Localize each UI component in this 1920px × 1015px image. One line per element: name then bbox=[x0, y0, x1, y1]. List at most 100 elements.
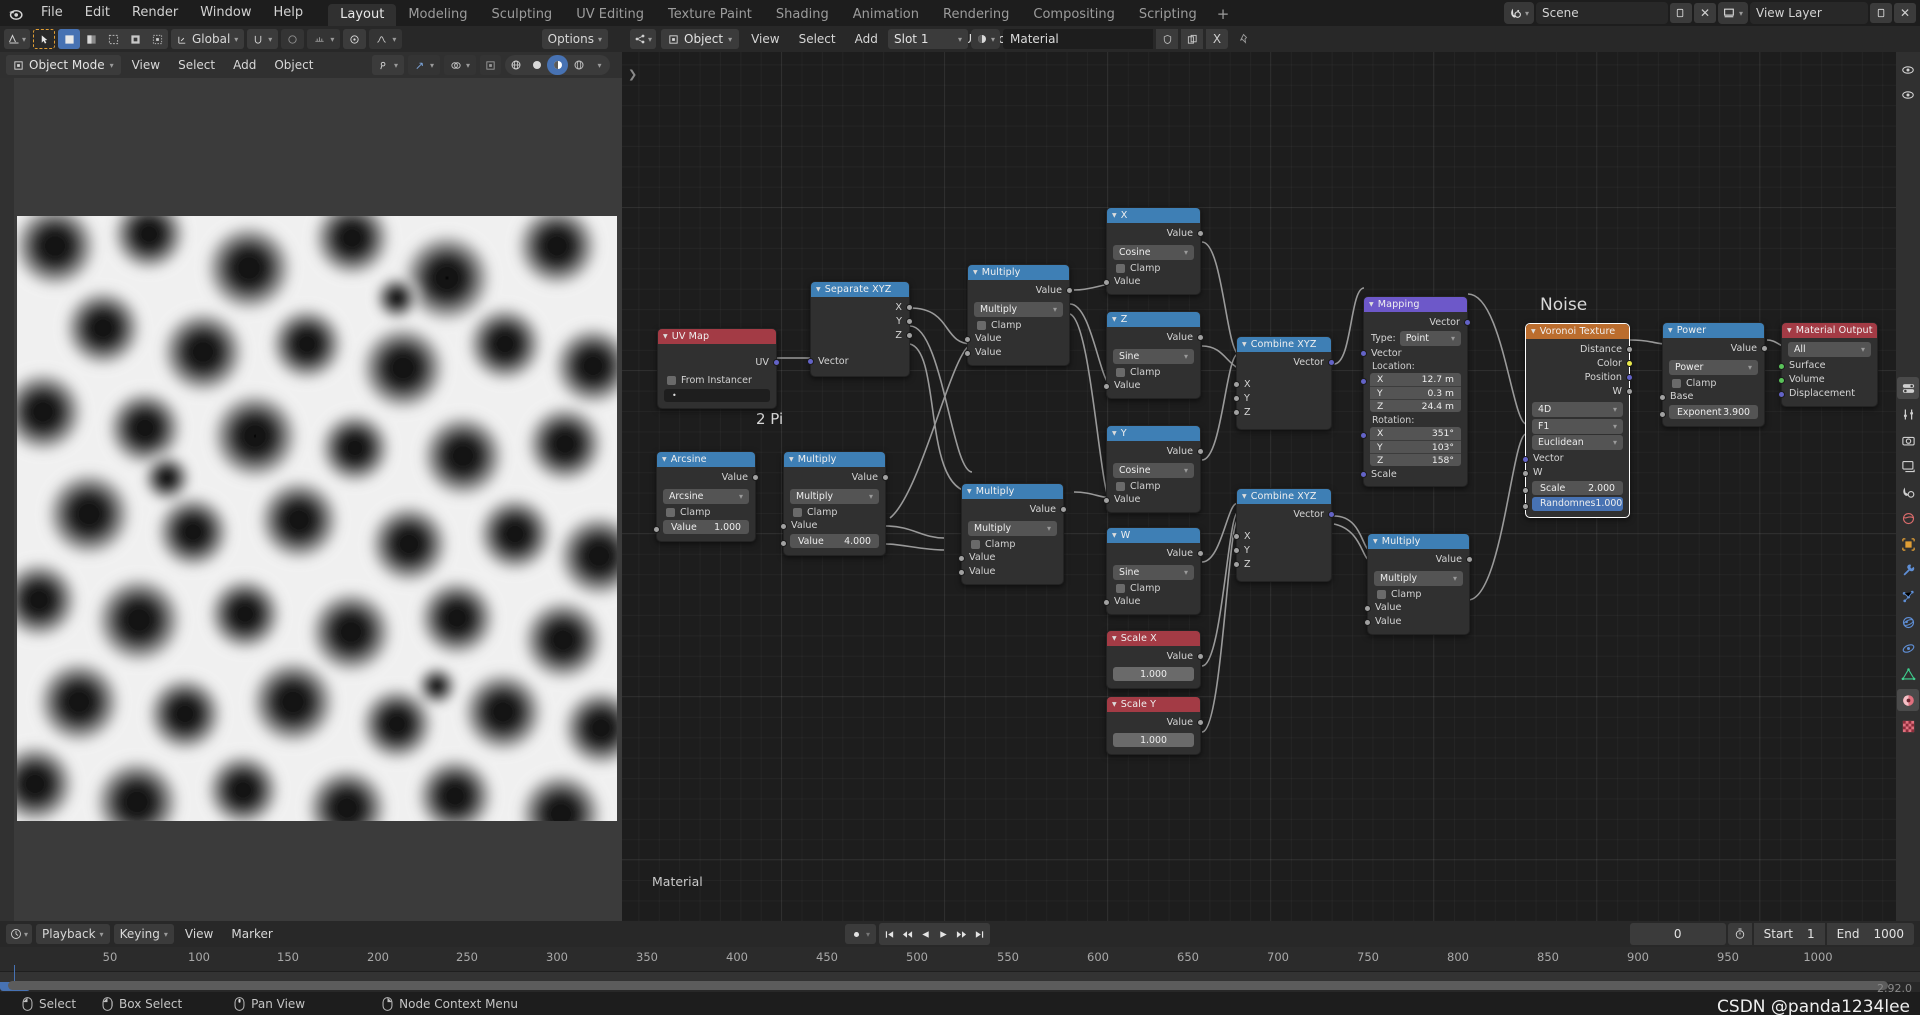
node-header-scale-x[interactable]: ▼ Scale X bbox=[1107, 631, 1200, 646]
start-frame-field[interactable]: Start 1 bbox=[1753, 923, 1825, 945]
collapse-triangle-icon[interactable]: ▼ bbox=[1668, 327, 1673, 334]
shading-dropdown-icon[interactable]: ▾ bbox=[589, 55, 610, 75]
overlays-toggle[interactable]: ▾ bbox=[443, 55, 476, 75]
view-layer-browse-icon[interactable]: ▾ bbox=[1717, 2, 1748, 24]
new-scene-icon[interactable] bbox=[1669, 3, 1692, 23]
node-multiply-2pi[interactable]: ▼ Multiply Value Multiply ▾ Clamp Value … bbox=[780, 451, 889, 556]
node-math-z[interactable]: ▼ Z Value Sine ▾ Clamp Value bbox=[1103, 311, 1204, 399]
socket-value-in[interactable] bbox=[1103, 496, 1110, 504]
socket-value-out[interactable] bbox=[1066, 287, 1073, 294]
remove-view-layer-icon[interactable]: ✕ bbox=[1894, 3, 1916, 23]
node-output-w[interactable]: W bbox=[1526, 384, 1633, 398]
socket-vector-out[interactable] bbox=[1464, 319, 1471, 326]
view-layer-properties-icon[interactable] bbox=[1897, 455, 1919, 477]
timeline-menu-view[interactable]: View bbox=[178, 924, 220, 944]
socket-distance[interactable] bbox=[1626, 346, 1633, 353]
socket-randomness-in[interactable] bbox=[1522, 502, 1529, 510]
socket-value-out[interactable] bbox=[1197, 230, 1204, 237]
visibility-eye-icon-2[interactable] bbox=[1899, 87, 1917, 103]
scene-name-field[interactable]: Scene bbox=[1535, 2, 1668, 24]
node-input-z[interactable]: Z bbox=[1233, 557, 1331, 571]
location-x-field[interactable]: X 12.7 m bbox=[1370, 373, 1461, 386]
end-frame-field[interactable]: End 1000 bbox=[1826, 923, 1914, 945]
node-output-value[interactable]: Value bbox=[1107, 649, 1204, 663]
checkbox-clamp[interactable]: Clamp bbox=[1107, 582, 1200, 595]
remove-scene-icon[interactable]: ✕ bbox=[1693, 3, 1716, 23]
socket-y-in[interactable] bbox=[1233, 395, 1240, 402]
new-view-layer-icon[interactable] bbox=[1870, 3, 1892, 23]
keying-dropdown[interactable]: Keying ▾ bbox=[113, 924, 174, 944]
collapse-triangle-icon[interactable]: ▼ bbox=[1531, 328, 1536, 335]
node-header-combine-xyz[interactable]: ▼ Combine XYZ bbox=[1237, 337, 1331, 352]
node-header-mapping[interactable]: ▼ Mapping bbox=[1364, 297, 1467, 312]
node-input-value-2[interactable]: Value bbox=[958, 565, 1063, 579]
node-output-vector[interactable]: Vector bbox=[1237, 355, 1335, 369]
node-input-value[interactable]: Value bbox=[1103, 493, 1200, 507]
socket-x-in[interactable] bbox=[1233, 533, 1240, 540]
node-output-color[interactable]: Color bbox=[1526, 356, 1633, 370]
node-header-material-output[interactable]: ▼ Material Output bbox=[1782, 323, 1877, 338]
tab-uv-editing[interactable]: UV Editing bbox=[564, 4, 656, 26]
socket-value-in[interactable] bbox=[1103, 278, 1110, 286]
value-field[interactable]: Value 4.000 bbox=[790, 534, 879, 548]
node-header-multiply[interactable]: ▼ Multiply bbox=[962, 484, 1063, 499]
socket-base-in[interactable] bbox=[1659, 393, 1666, 401]
node-math-y[interactable]: ▼ Y Value Cosine ▾ Clamp Value bbox=[1103, 425, 1204, 513]
socket-value-out[interactable] bbox=[1197, 550, 1204, 557]
browse-material-icon[interactable]: ▾ bbox=[971, 29, 1001, 49]
mapping-type-dropdown[interactable]: Point ▾ bbox=[1399, 331, 1461, 346]
auto-keying-toggle[interactable]: ▾ bbox=[845, 924, 877, 944]
node-output-value[interactable]: Value bbox=[968, 283, 1073, 297]
playback-dropdown[interactable]: Playback ▾ bbox=[36, 924, 110, 944]
operation-dropdown[interactable]: Sine ▾ bbox=[1113, 349, 1194, 364]
blender-logo-icon[interactable] bbox=[0, 0, 30, 26]
collapse-triangle-icon[interactable]: ▼ bbox=[816, 286, 821, 293]
render-properties-icon[interactable] bbox=[1897, 403, 1919, 425]
socket-value-out[interactable] bbox=[1197, 448, 1204, 455]
shading-solid-icon[interactable] bbox=[526, 55, 547, 75]
visibility-dropdown[interactable]: ▾ bbox=[371, 55, 404, 75]
unlink-material-button[interactable]: X bbox=[1206, 29, 1229, 49]
node-input-y[interactable]: Y bbox=[1233, 391, 1331, 405]
node-input-x[interactable]: X bbox=[1233, 529, 1331, 543]
node-input-base[interactable]: Base bbox=[1659, 390, 1764, 404]
modifier-properties-icon[interactable] bbox=[1897, 559, 1919, 581]
viewport-menu-add[interactable]: Add bbox=[226, 55, 263, 75]
visibility-eye-icon[interactable] bbox=[1899, 62, 1917, 78]
shader-type-dropdown[interactable]: Object ▾ bbox=[661, 29, 740, 49]
menu-window[interactable]: Window bbox=[189, 2, 262, 24]
physics-properties-icon[interactable] bbox=[1897, 611, 1919, 633]
rotation-y-field[interactable]: Y 103° bbox=[1370, 440, 1461, 453]
tab-shading[interactable]: Shading bbox=[764, 4, 841, 26]
select-extend-icon[interactable] bbox=[80, 29, 102, 49]
socket-y[interactable] bbox=[906, 318, 913, 325]
shader-menu-select[interactable]: Select bbox=[792, 29, 843, 49]
operation-dropdown[interactable]: Multiply ▾ bbox=[790, 489, 879, 504]
uv-map-name-field[interactable]: • bbox=[664, 388, 770, 402]
viewport-menu-view[interactable]: View bbox=[125, 55, 167, 75]
node-voronoi-texture[interactable]: ▼ Voronoi Texture Distance Color Positio… bbox=[1522, 323, 1633, 518]
location-z-field[interactable]: Z 24.4 m bbox=[1370, 399, 1461, 412]
use-preview-range-icon[interactable] bbox=[1727, 923, 1752, 945]
timeline-editor-type-selector[interactable]: ▾ bbox=[6, 924, 32, 944]
collapse-triangle-icon[interactable]: ▼ bbox=[662, 456, 667, 463]
select-intersect-icon[interactable] bbox=[146, 29, 168, 49]
node-output-vector[interactable]: Vector bbox=[1364, 315, 1471, 329]
node-input-value[interactable]: Value bbox=[1103, 595, 1200, 609]
shading-material-preview-icon[interactable] bbox=[547, 55, 568, 75]
viewport-3d[interactable] bbox=[0, 78, 622, 921]
node-header-z[interactable]: ▼ Z bbox=[1107, 312, 1200, 327]
socket-vector-in[interactable] bbox=[1360, 350, 1367, 357]
socket-value-out[interactable] bbox=[1197, 719, 1204, 726]
node-input-value-1[interactable]: Value bbox=[958, 551, 1063, 565]
socket-z-in[interactable] bbox=[1233, 409, 1240, 416]
socket-value-out[interactable] bbox=[1197, 334, 1204, 341]
fake-user-icon[interactable] bbox=[1156, 29, 1179, 49]
checkbox-clamp[interactable]: Clamp bbox=[1663, 377, 1764, 390]
proportional-edit-toggle[interactable] bbox=[281, 29, 305, 49]
editor-type-selector[interactable]: ▾ bbox=[4, 29, 30, 49]
checkbox-clamp[interactable]: Clamp bbox=[784, 506, 885, 519]
socket-value-in-1[interactable] bbox=[1364, 604, 1371, 612]
node-input-value-2[interactable]: Value bbox=[1364, 615, 1469, 629]
node-output-y[interactable]: Y bbox=[811, 314, 913, 328]
